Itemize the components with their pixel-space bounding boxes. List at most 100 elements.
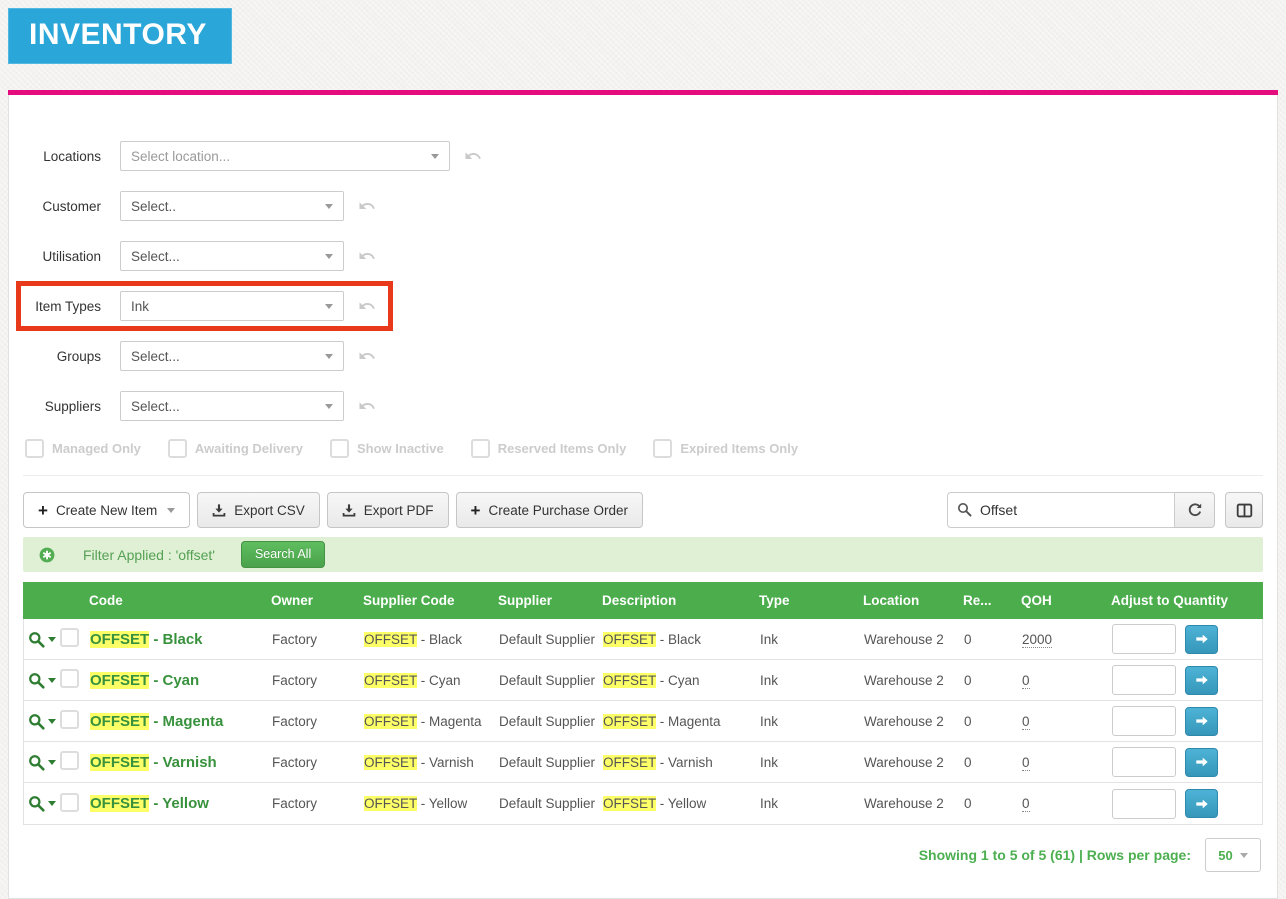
item-code-link[interactable]: OFFSET - Black [90, 630, 272, 648]
item-code-link[interactable]: OFFSET - Cyan [90, 671, 272, 689]
reset-icon[interactable] [358, 397, 376, 415]
qoh-value[interactable]: 0 [1022, 754, 1030, 771]
reset-icon[interactable] [464, 147, 482, 165]
rows-per-page-select[interactable]: 50 [1205, 838, 1261, 872]
search-input[interactable] [947, 492, 1175, 528]
search-group [947, 492, 1215, 528]
groups-select[interactable]: Select... [120, 341, 344, 371]
magnifier-icon [29, 631, 45, 648]
reset-icon[interactable] [358, 347, 376, 365]
plus-icon: + [38, 500, 48, 520]
item-code-link[interactable]: OFFSET - Yellow [90, 795, 272, 812]
filter-row-customer: Customer Select.. [23, 181, 1263, 231]
reset-icon[interactable] [358, 247, 376, 265]
checkbox-managed-only[interactable]: Managed Only [25, 439, 141, 458]
checkbox-show-inactive[interactable]: Show Inactive [330, 439, 444, 458]
filter-row-item-types: Item Types Ink [16, 281, 393, 331]
groups-select-value: Select... [131, 348, 180, 364]
reset-icon[interactable] [358, 297, 376, 315]
reserved-cell: 0 [964, 796, 972, 811]
column-header-location[interactable]: Location [863, 593, 963, 608]
checkbox-reserved-items-only[interactable]: Reserved Items Only [470, 439, 626, 458]
adjust-submit-button[interactable] [1185, 747, 1218, 777]
row-zoom-menu[interactable] [24, 631, 60, 648]
search-icon [957, 502, 972, 517]
column-header-reserved[interactable]: Re... [963, 593, 1021, 608]
qoh-value[interactable]: 0 [1022, 713, 1030, 730]
row-checkbox[interactable] [60, 710, 79, 729]
suppliers-select[interactable]: Select... [120, 391, 344, 421]
row-zoom-menu[interactable] [24, 672, 60, 689]
row-checkbox[interactable] [60, 669, 79, 688]
column-header-owner[interactable]: Owner [271, 593, 363, 608]
checkbox-expired-items-only[interactable]: Expired Items Only [653, 439, 798, 458]
qoh-value[interactable]: 0 [1022, 796, 1030, 812]
export-csv-label: Export CSV [234, 502, 305, 518]
checkbox-icon[interactable] [25, 439, 44, 458]
adjust-quantity-input[interactable] [1112, 788, 1176, 819]
checkbox-icon[interactable] [167, 439, 187, 458]
qoh-value[interactable]: 0 [1022, 672, 1030, 689]
supplier-code-cell: OFFSET - Black [364, 631, 463, 647]
filter-row-suppliers: Suppliers Select... [23, 381, 1263, 431]
reserved-cell: 0 [964, 754, 972, 770]
checkbox-label: Awaiting Delivery [194, 441, 303, 456]
toggle-columns-button[interactable] [1225, 492, 1263, 528]
item-code-link[interactable]: OFFSET - Magenta [90, 712, 272, 730]
right-arrow-icon [1195, 634, 1208, 644]
description-cell: OFFSET - Black [603, 631, 702, 647]
checkbox-icon[interactable] [653, 439, 673, 458]
create-new-item-button[interactable]: + Create New Item [23, 492, 191, 528]
row-zoom-menu[interactable] [24, 754, 60, 771]
checkbox-icon[interactable] [470, 439, 490, 458]
filters-section: Locations Select location... Customer Se… [16, 131, 1263, 458]
column-header-supplier-code[interactable]: Supplier Code [363, 593, 498, 608]
checkbox-awaiting-delivery[interactable]: Awaiting Delivery [167, 439, 303, 458]
chevron-down-icon [325, 204, 333, 209]
column-header-description[interactable]: Description [602, 593, 759, 608]
column-header-qoh[interactable]: QOH [1021, 593, 1111, 608]
row-checkbox[interactable] [60, 792, 79, 812]
supplier-cell: Default Supplier [499, 754, 596, 770]
export-csv-button[interactable]: Export CSV [197, 492, 320, 528]
column-header-supplier[interactable]: Supplier [498, 593, 602, 608]
item-types-select[interactable]: Ink [120, 291, 344, 321]
adjust-submit-button[interactable] [1185, 624, 1218, 654]
row-checkbox[interactable] [60, 628, 79, 647]
magnifier-icon [29, 754, 45, 771]
export-pdf-button[interactable]: Export PDF [326, 492, 449, 528]
right-arrow-icon [1195, 799, 1208, 808]
item-code-link[interactable]: OFFSET - Varnish [90, 753, 272, 771]
row-zoom-menu[interactable] [24, 795, 60, 812]
create-purchase-order-button[interactable]: + Create Purchase Order [455, 492, 644, 528]
magnifier-icon [29, 713, 45, 730]
reserved-cell: 0 [964, 631, 972, 647]
description-cell: OFFSET - Cyan [603, 672, 700, 688]
magnifier-icon [29, 796, 45, 812]
adjust-quantity-input[interactable] [1112, 747, 1176, 777]
search-all-button[interactable]: Search All [240, 541, 326, 568]
refresh-button[interactable] [1175, 492, 1215, 528]
qoh-value[interactable]: 2000 [1022, 631, 1053, 648]
utilisation-select[interactable]: Select... [120, 241, 344, 271]
type-cell: Ink [760, 713, 779, 729]
rows-per-page-value: 50 [1218, 847, 1233, 863]
locations-select[interactable]: Select location... [120, 141, 450, 171]
adjust-quantity-input[interactable] [1112, 624, 1176, 654]
adjust-quantity-input[interactable] [1112, 706, 1176, 736]
adjust-submit-button[interactable] [1185, 706, 1218, 736]
customer-select[interactable]: Select.. [120, 191, 344, 221]
download-icon [342, 503, 356, 516]
checkbox-icon[interactable] [330, 439, 349, 458]
filter-label-customer: Customer [42, 198, 101, 214]
reset-icon[interactable] [358, 197, 376, 215]
column-header-type[interactable]: Type [759, 593, 863, 608]
column-header-code[interactable]: Code [89, 593, 271, 608]
row-zoom-menu[interactable] [24, 713, 60, 730]
row-checkbox[interactable] [60, 751, 79, 770]
create-new-item-label: Create New Item [55, 502, 158, 518]
adjust-submit-button[interactable] [1185, 665, 1218, 695]
adjust-quantity-input[interactable] [1112, 665, 1176, 695]
table-row: OFFSET - Magenta Factory OFFSET - Magent… [24, 701, 1262, 742]
adjust-submit-button[interactable] [1185, 789, 1218, 818]
